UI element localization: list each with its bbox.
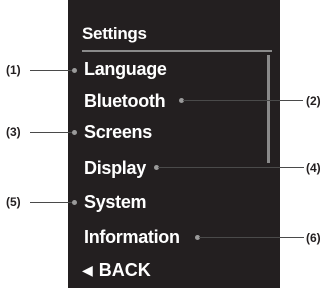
callout-label-6: (6) xyxy=(306,231,321,245)
callout-label-5: (5) xyxy=(6,195,21,209)
menu-item-language[interactable]: Language xyxy=(84,59,167,80)
callout-dot-1 xyxy=(72,68,77,73)
callout-line-3 xyxy=(30,132,74,134)
callout-line-6 xyxy=(199,237,304,239)
callout-label-3: (3) xyxy=(6,125,21,139)
callout-line-5 xyxy=(30,202,74,204)
callout-line-4 xyxy=(158,167,304,169)
callout-label-1: (1) xyxy=(6,63,21,77)
back-button[interactable]: ◀ BACK xyxy=(82,260,151,281)
callout-label-4: (4) xyxy=(306,161,321,175)
callout-line-1 xyxy=(30,70,74,72)
menu-item-information[interactable]: Information xyxy=(84,227,180,248)
back-label: BACK xyxy=(98,260,151,280)
callout-dot-3 xyxy=(72,130,77,135)
scrollbar[interactable] xyxy=(267,55,270,163)
device-screen: Settings Language Bluetooth Screens Disp… xyxy=(68,0,280,288)
callout-label-2: (2) xyxy=(306,94,321,108)
title-separator xyxy=(82,50,272,52)
menu-item-display[interactable]: Display xyxy=(84,158,146,179)
screen-title: Settings xyxy=(82,24,147,43)
callout-line-2 xyxy=(183,100,303,102)
menu-item-bluetooth[interactable]: Bluetooth xyxy=(84,91,166,112)
menu-item-system[interactable]: System xyxy=(84,192,147,213)
back-arrow-icon: ◀ xyxy=(82,262,93,278)
callout-dot-5 xyxy=(72,200,77,205)
menu-item-screens[interactable]: Screens xyxy=(84,122,152,143)
